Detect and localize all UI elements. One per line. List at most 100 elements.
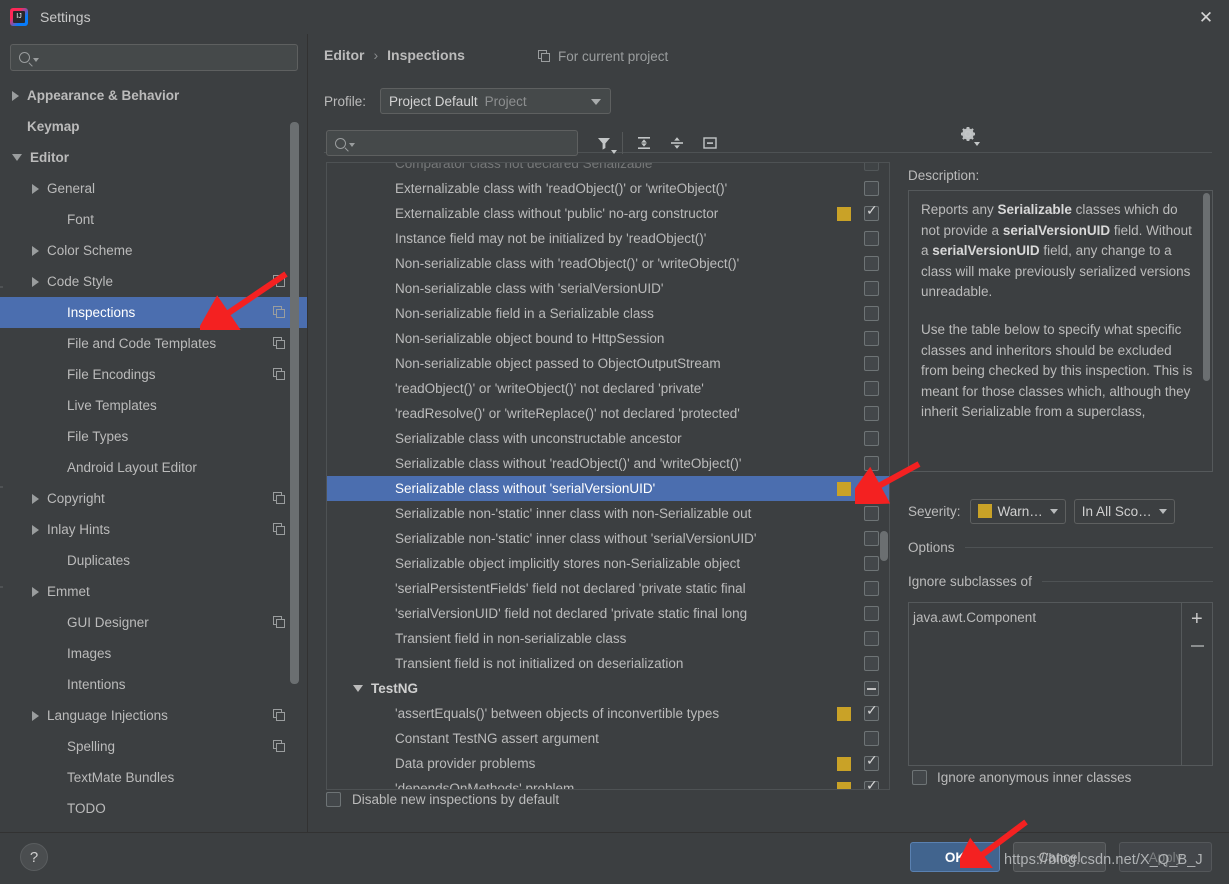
inspection-enabled-checkbox[interactable] — [864, 281, 879, 296]
inspection-row[interactable]: 'readObject()' or 'writeObject()' not de… — [327, 376, 889, 401]
ignore-anonymous-row[interactable]: Ignore anonymous inner classes — [912, 770, 1131, 785]
inspection-row[interactable]: Constant TestNG assert argument — [327, 726, 889, 751]
scope-dropdown[interactable]: In All Sco… — [1073, 498, 1175, 524]
sidebar-item-textmate-bundles[interactable]: TextMate Bundles — [0, 762, 307, 793]
breadcrumb-parent[interactable]: Editor — [324, 47, 364, 63]
sidebar-scrollbar-thumb[interactable] — [290, 122, 299, 684]
inspection-enabled-checkbox[interactable] — [864, 256, 879, 271]
chevron-down-icon[interactable] — [12, 154, 22, 161]
inspection-enabled-checkbox[interactable] — [864, 778, 879, 789]
sidebar-item-inspections[interactable]: Inspections — [0, 297, 307, 328]
chevron-right-icon[interactable] — [32, 493, 39, 504]
description-scrollbar-thumb[interactable] — [1203, 193, 1210, 381]
sidebar-item-keymap[interactable]: Keymap — [0, 111, 307, 142]
inspection-row[interactable]: 'serialPersistentFields' field not decla… — [327, 576, 889, 601]
list-item[interactable]: java.awt.Component — [909, 603, 1212, 625]
sidebar-item-copyright[interactable]: Copyright — [0, 483, 307, 514]
inspection-row[interactable]: Data provider problems — [327, 751, 889, 776]
severity-dropdown[interactable]: Warn… — [969, 498, 1066, 524]
inspection-row[interactable]: 'readResolve()' or 'writeReplace()' not … — [327, 401, 889, 426]
inspection-row[interactable]: Serializable non-'static' inner class wi… — [327, 526, 889, 551]
disable-new-inspections-row[interactable]: Disable new inspections by default — [326, 792, 559, 807]
inspection-enabled-checkbox[interactable] — [864, 731, 879, 746]
chevron-right-icon[interactable] — [32, 276, 39, 287]
inspection-row[interactable]: Serializable class with unconstructable … — [327, 426, 889, 451]
inspection-enabled-checkbox[interactable] — [864, 631, 879, 646]
inspection-row[interactable]: 'assertEquals()' between objects of inco… — [327, 701, 889, 726]
sidebar-search-input[interactable] — [10, 44, 298, 71]
minimize-icon[interactable] — [698, 131, 722, 155]
inspection-row[interactable]: Serializable class without 'readObject()… — [327, 451, 889, 476]
inspection-enabled-checkbox[interactable] — [864, 456, 879, 471]
sidebar-item-android-layout-editor[interactable]: Android Layout Editor — [0, 452, 307, 483]
inspection-group-row[interactable]: TestNG — [327, 676, 889, 701]
ignore-anonymous-checkbox[interactable] — [912, 770, 927, 785]
inspection-enabled-checkbox[interactable] — [864, 703, 879, 721]
inspection-enabled-checkbox[interactable] — [864, 506, 879, 521]
sidebar-item-language-injections[interactable]: Language Injections — [0, 700, 307, 731]
inspection-row[interactable]: Externalizable class with 'readObject()'… — [327, 176, 889, 201]
chevron-down-icon[interactable] — [353, 685, 363, 692]
inspection-enabled-checkbox[interactable] — [864, 656, 879, 671]
inspection-enabled-checkbox[interactable] — [864, 356, 879, 371]
inspection-row[interactable]: Instance field may not be initialized by… — [327, 226, 889, 251]
inspections-search-input[interactable] — [326, 130, 578, 156]
chevron-right-icon[interactable] — [32, 710, 39, 721]
inspections-scrollbar-thumb[interactable] — [880, 531, 888, 561]
description-box[interactable]: Reports any Serializable classes which d… — [908, 190, 1213, 472]
inspection-enabled-checkbox[interactable] — [864, 431, 879, 446]
inspection-enabled-checkbox[interactable] — [864, 478, 879, 496]
gear-icon[interactable] — [958, 124, 980, 146]
sidebar-item-font[interactable]: Font — [0, 204, 307, 235]
close-icon[interactable]: ✕ — [1183, 0, 1229, 34]
inspection-row[interactable]: Non-serializable class with 'serialVersi… — [327, 276, 889, 301]
plus-icon[interactable]: + — [1191, 609, 1203, 629]
chevron-right-icon[interactable] — [12, 90, 19, 101]
inspection-row[interactable]: Transient field in non-serializable clas… — [327, 626, 889, 651]
inspection-row[interactable]: 'dependsOnMethods' problem — [327, 776, 889, 789]
sidebar-scrollbar[interactable] — [290, 80, 299, 832]
inspection-enabled-checkbox[interactable] — [864, 606, 879, 621]
inspection-enabled-checkbox[interactable] — [864, 406, 879, 421]
filter-icon[interactable] — [592, 131, 617, 155]
inspection-row[interactable]: Serializable object implicitly stores no… — [327, 551, 889, 576]
inspection-enabled-checkbox[interactable] — [864, 306, 879, 321]
sidebar-item-editor[interactable]: Editor — [0, 142, 307, 173]
sidebar-item-todo[interactable]: TODO — [0, 793, 307, 824]
sidebar-item-code-style[interactable]: Code Style — [0, 266, 307, 297]
inspection-enabled-checkbox[interactable] — [864, 181, 879, 196]
sidebar-item-spelling[interactable]: Spelling — [0, 731, 307, 762]
inspection-row[interactable]: Comparator class not declared Serializab… — [327, 163, 889, 176]
sidebar-item-gui-designer[interactable]: GUI Designer — [0, 607, 307, 638]
inspection-row[interactable]: Serializable class without 'serialVersio… — [327, 476, 889, 501]
sidebar-item-intentions[interactable]: Intentions — [0, 669, 307, 700]
sidebar-item-live-templates[interactable]: Live Templates — [0, 390, 307, 421]
inspections-list[interactable]: Comparator class not declared Serializab… — [326, 162, 890, 790]
chevron-right-icon[interactable] — [32, 183, 39, 194]
inspection-enabled-checkbox[interactable] — [864, 203, 879, 221]
expand-all-icon[interactable] — [632, 131, 656, 155]
chevron-right-icon[interactable] — [32, 524, 39, 535]
inspection-enabled-checkbox[interactable] — [864, 163, 879, 171]
sidebar-item-duplicates[interactable]: Duplicates — [0, 545, 307, 576]
inspection-row[interactable]: 'serialVersionUID' field not declared 'p… — [327, 601, 889, 626]
collapse-all-icon[interactable] — [665, 131, 689, 155]
chevron-right-icon[interactable] — [32, 245, 39, 256]
inspection-row[interactable]: Externalizable class without 'public' no… — [327, 201, 889, 226]
inspection-enabled-checkbox[interactable] — [864, 531, 879, 546]
inspection-enabled-checkbox[interactable] — [864, 681, 879, 696]
ignore-subclasses-list[interactable]: java.awt.Component + — [908, 602, 1213, 766]
sidebar-item-general[interactable]: General — [0, 173, 307, 204]
sidebar-item-inlay-hints[interactable]: Inlay Hints — [0, 514, 307, 545]
sidebar-item-images[interactable]: Images — [0, 638, 307, 669]
inspection-row[interactable]: Non-serializable object bound to HttpSes… — [327, 326, 889, 351]
chevron-right-icon[interactable] — [32, 586, 39, 597]
inspection-enabled-checkbox[interactable] — [864, 231, 879, 246]
sidebar-item-emmet[interactable]: Emmet — [0, 576, 307, 607]
profile-select[interactable]: Project Default Project — [380, 88, 612, 114]
inspection-enabled-checkbox[interactable] — [864, 753, 879, 771]
sidebar-item-appearance-behavior[interactable]: Appearance & Behavior — [0, 80, 307, 111]
inspection-row[interactable]: Non-serializable class with 'readObject(… — [327, 251, 889, 276]
ok-button[interactable]: OK — [910, 842, 1000, 872]
inspection-enabled-checkbox[interactable] — [864, 331, 879, 346]
